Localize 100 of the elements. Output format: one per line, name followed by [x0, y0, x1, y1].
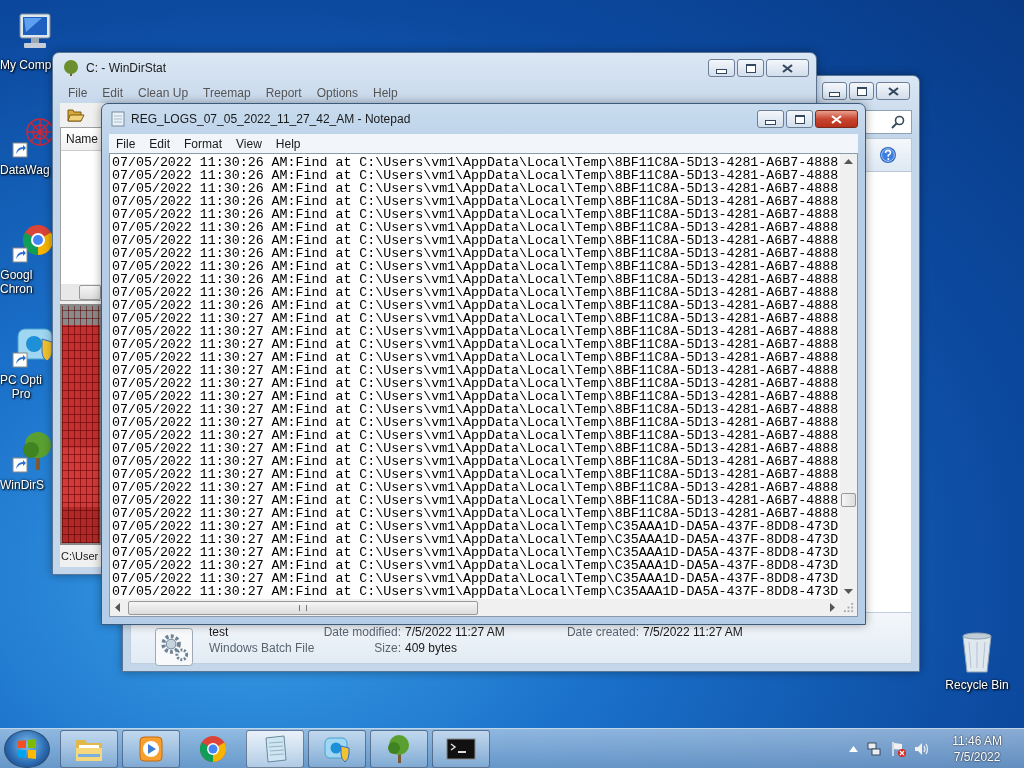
- tree-icon: [62, 60, 80, 76]
- log-line: 07/05/2022 11:30:27 AM:Find at C:\Users\vm1\AppData\Local\Temp\8BF11C8A-5D13-4281-A6B7-4888: [112, 416, 840, 429]
- file-detail-text: test: [209, 625, 230, 639]
- network-icon[interactable]: [866, 740, 883, 757]
- scrollbar-thumb[interactable]: [128, 600, 478, 615]
- maximize-button[interactable]: [737, 59, 764, 77]
- close-icon: [831, 114, 842, 124]
- desktop-icon-label[interactable]: WinDirS: [0, 478, 44, 492]
- log-line: 07/05/2022 11:30:27 AM:Find at C:\Users\vm1\AppData\Local\Temp\8BF11C8A-5D13-4281-A6B7-4888: [112, 468, 840, 481]
- search-icon: [891, 115, 905, 129]
- scroll-left-icon[interactable]: [115, 603, 120, 612]
- start-button[interactable]: [4, 729, 50, 768]
- desktop-icon-label[interactable]: DataWag: [0, 163, 50, 177]
- log-line: 07/05/2022 11:30:26 AM:Find at C:\Users\vm1\AppData\Local\Temp\8BF11C8A-5D13-4281-A6B7-4888: [112, 169, 840, 182]
- maximize-icon: [745, 63, 756, 73]
- minimize-button[interactable]: [757, 110, 784, 128]
- log-line: 07/05/2022 11:30:27 AM:Find at C:\Users\vm1\AppData\Local\Temp\C35AAA1D-DA5A-437F-8DD8-473D: [112, 520, 840, 533]
- detail-label: Date modified:: [322, 625, 401, 639]
- minimize-icon: [765, 119, 776, 125]
- menu-item[interactable]: Help: [268, 136, 308, 151]
- maximize-icon: [794, 114, 805, 124]
- menu-item[interactable]: Edit: [94, 86, 131, 100]
- desktop-icon-label[interactable]: Recycle Bin: [945, 678, 1009, 692]
- close-icon: [782, 63, 793, 73]
- close-icon: [887, 86, 899, 96]
- log-line: 07/05/2022 11:30:27 AM:Find at C:\Users\vm1\AppData\Local\Temp\8BF11C8A-5D13-4281-A6B7-4888: [112, 351, 840, 364]
- taskbar-button[interactable]: [432, 729, 490, 768]
- desktop-icon-label[interactable]: Googl Chron: [0, 268, 33, 296]
- log-line: 07/05/2022 11:30:27 AM:Find at C:\Users\vm1\AppData\Local\Temp\C35AAA1D-DA5A-437F-8DD8-473D: [112, 559, 840, 572]
- log-line: 07/05/2022 11:30:27 AM:Find at C:\Users\vm1\AppData\Local\Temp\8BF11C8A-5D13-4281-A6B7-4888: [112, 403, 840, 416]
- menu-item[interactable]: Edit: [142, 136, 178, 151]
- detail-value: 409 bytes: [405, 641, 459, 655]
- menu-item[interactable]: File: [109, 136, 143, 151]
- open-folder-icon[interactable]: [67, 107, 85, 123]
- log-line: 07/05/2022 11:30:26 AM:Find at C:\Users\vm1\AppData\Local\Temp\8BF11C8A-5D13-4281-A6B7-4888: [112, 182, 840, 195]
- desktop-icon-label[interactable]: PC Opti Pro: [0, 373, 42, 401]
- maximize-button[interactable]: [849, 82, 874, 100]
- window-title: C: - WinDirStat: [86, 61, 166, 75]
- menu-item[interactable]: Treemap: [195, 86, 258, 100]
- maximize-button[interactable]: [786, 110, 813, 128]
- window-title: REG_LOGS_07_05_2022_11_27_42_AM - Notepad: [131, 112, 411, 126]
- log-line: 07/05/2022 11:30:27 AM:Find at C:\Users\vm1\AppData\Local\Temp\8BF11C8A-5D13-4281-A6B7-4888: [112, 338, 840, 351]
- close-button[interactable]: [815, 110, 858, 128]
- treemap-drawing[interactable]: [60, 304, 102, 545]
- scrollbar-thumb[interactable]: [79, 284, 101, 300]
- log-line: 07/05/2022 11:30:27 AM:Find at C:\Users\vm1\AppData\Local\Temp\C35AAA1D-DA5A-437F-8DD8-473D: [112, 546, 840, 559]
- log-line: 07/05/2022 11:30:27 AM:Find at C:\Users\vm1\AppData\Local\Temp\8BF11C8A-5D13-4281-A6B7-4888: [112, 494, 840, 507]
- log-line: 07/05/2022 11:30:27 AM:Find at C:\Users\vm1\AppData\Local\Temp\8BF11C8A-5D13-4281-A6B7-4888: [112, 364, 840, 377]
- media-player-icon: [136, 733, 166, 764]
- menu-item[interactable]: View: [229, 136, 269, 151]
- close-button[interactable]: [876, 82, 910, 100]
- notepad-icon: [111, 111, 125, 127]
- log-line: 07/05/2022 11:30:26 AM:Find at C:\Users\vm1\AppData\Local\Temp\8BF11C8A-5D13-4281-A6B7-4888: [112, 286, 840, 299]
- log-line: 07/05/2022 11:30:27 AM:Find at C:\Users\vm1\AppData\Local\Temp\8BF11C8A-5D13-4281-A6B7-4888: [112, 390, 840, 403]
- log-line: 07/05/2022 11:30:27 AM:Find at C:\Users\vm1\AppData\Local\Temp\8BF11C8A-5D13-4281-A6B7-4888: [112, 377, 840, 390]
- windows-logo-icon: [16, 737, 38, 760]
- maximize-icon: [856, 86, 867, 96]
- menu-item[interactable]: Help: [365, 86, 405, 100]
- log-line: 07/05/2022 11:30:27 AM:Find at C:\Users\vm1\AppData\Local\Temp\8BF11C8A-5D13-4281-A6B7-4888: [112, 429, 840, 442]
- desktop-icon-label[interactable]: My Comp: [0, 58, 52, 72]
- flag-icon[interactable]: [890, 740, 907, 757]
- minimize-icon: [716, 68, 727, 74]
- scrollbar-thumb[interactable]: [841, 492, 856, 507]
- clock-date[interactable]: 7/5/2022: [953, 748, 1001, 765]
- detail-value: 7/5/2022 11:27 AM: [643, 625, 743, 639]
- log-line: 07/05/2022 11:30:26 AM:Find at C:\Users\vm1\AppData\Local\Temp\8BF11C8A-5D13-4281-A6B7-4888: [112, 195, 840, 208]
- log-line: 07/05/2022 11:30:27 AM:Find at C:\Users\vm1\AppData\Local\Temp\8BF11C8A-5D13-4281-A6B7-4888: [112, 312, 840, 325]
- log-line: 07/05/2022 11:30:27 AM:Find at C:\Users\vm1\AppData\Local\Temp\C35AAA1D-DA5A-437F-8DD8-473D: [112, 585, 840, 598]
- log-line: 07/05/2022 11:30:26 AM:Find at C:\Users\vm1\AppData\Local\Temp\8BF11C8A-5D13-4281-A6B7-4888: [112, 260, 840, 273]
- close-button[interactable]: [766, 59, 809, 77]
- log-line: 07/05/2022 11:30:27 AM:Find at C:\Users\vm1\AppData\Local\Temp\C35AAA1D-DA5A-437F-8DD8-473D: [112, 572, 840, 585]
- log-line: 07/05/2022 11:30:26 AM:Find at C:\Users\vm1\AppData\Local\Temp\8BF11C8A-5D13-4281-A6B7-4888: [112, 247, 840, 260]
- log-line: 07/05/2022 11:30:27 AM:Find at C:\Users\vm1\AppData\Local\Temp\8BF11C8A-5D13-4281-A6B7-4888: [112, 455, 840, 468]
- minimize-button[interactable]: [708, 59, 735, 77]
- detail-label: Size:: [373, 641, 401, 655]
- horizontal-scrollbar[interactable]: [110, 599, 840, 616]
- log-line: 07/05/2022 11:30:26 AM:Find at C:\Users\vm1\AppData\Local\Temp\8BF11C8A-5D13-4281-A6B7-4888: [112, 208, 840, 221]
- log-line: 07/05/2022 11:30:26 AM:Find at C:\Users\vm1\AppData\Local\Temp\8BF11C8A-5D13-4281-A6B7-4888: [112, 156, 840, 169]
- log-line: 07/05/2022 11:30:27 AM:Find at C:\Users\vm1\AppData\Local\Temp\8BF11C8A-5D13-4281-A6B7-4888: [112, 325, 840, 338]
- log-line: 07/05/2022 11:30:26 AM:Find at C:\Users\vm1\AppData\Local\Temp\8BF11C8A-5D13-4281-A6B7-4888: [112, 221, 840, 234]
- scroll-up-icon[interactable]: [844, 159, 853, 164]
- log-line: 07/05/2022 11:30:27 AM:Find at C:\Users\vm1\AppData\Local\Temp\8BF11C8A-5D13-4281-A6B7-4888: [112, 442, 840, 455]
- minimize-icon: [829, 91, 840, 97]
- scroll-right-icon[interactable]: [830, 603, 835, 612]
- scroll-down-icon[interactable]: [844, 589, 853, 594]
- help-icon[interactable]: [879, 146, 897, 164]
- menu-item[interactable]: Format: [177, 136, 230, 151]
- menu-item[interactable]: Clean Up: [130, 86, 196, 100]
- show-hidden-icons-icon[interactable]: [849, 745, 859, 752]
- horizontal-scrollbar[interactable]: [61, 284, 101, 300]
- log-line: 07/05/2022 11:30:27 AM:Find at C:\Users\vm1\AppData\Local\Temp\C35AAA1D-DA5A-437F-8DD8-473D: [112, 533, 840, 546]
- browser-logo-icon: [198, 733, 228, 764]
- minimize-button[interactable]: [822, 82, 847, 100]
- menu-item[interactable]: File: [60, 86, 95, 100]
- menu-item[interactable]: Options: [308, 86, 366, 100]
- vertical-scrollbar[interactable]: [840, 154, 857, 599]
- log-line: 07/05/2022 11:30:26 AM:Find at C:\Users\vm1\AppData\Local\Temp\8BF11C8A-5D13-4281-A6B7-4888: [112, 273, 840, 286]
- menu-item[interactable]: Report: [257, 86, 309, 100]
- log-line: 07/05/2022 11:30:26 AM:Find at C:\Users\vm1\AppData\Local\Temp\8BF11C8A-5D13-4281-A6B7-4888: [112, 234, 840, 247]
- status-bar-text: C:\User: [61, 550, 99, 562]
